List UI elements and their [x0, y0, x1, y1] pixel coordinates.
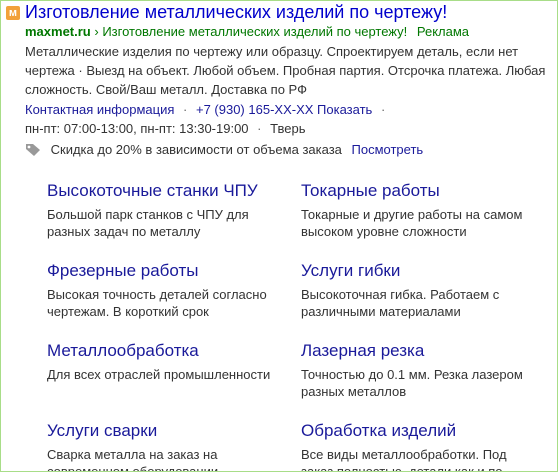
promo-line: Скидка до 20% в зависимости от объема за…: [25, 141, 423, 162]
sitelink-turning: Токарные работы Токарные и другие работы…: [301, 181, 541, 240]
sitelink-desc: Точностью до 0.1 мм. Резка лазером разны…: [301, 367, 523, 399]
contact-info-link[interactable]: Контактная информация: [25, 102, 174, 117]
sitelink-desc: Высокая точность деталей согласно чертеж…: [47, 287, 267, 319]
separator-dot: ·: [183, 102, 188, 117]
maxmet-favicon-icon: м: [6, 6, 20, 20]
contact-line: Контактная информация · +7 (930) 165-XX-…: [25, 101, 390, 119]
sitelink-title[interactable]: Высокоточные станки ЧПУ: [47, 181, 287, 201]
sitelink-title[interactable]: Услуги гибки: [301, 261, 541, 281]
show-phone-link[interactable]: Показать: [317, 102, 372, 117]
ad-url-line: maxmet.ru › Изготовление металлических и…: [25, 23, 469, 41]
ad-frame: м Изготовление металлических изделий по …: [0, 0, 558, 472]
sitelink-title[interactable]: Обработка изделий: [301, 421, 541, 441]
sitelink-title[interactable]: Токарные работы: [301, 181, 541, 201]
hours-line: пн-пт: 07:00-13:00, пн-пт: 13:30-19:00 ·…: [25, 120, 306, 138]
sitelink-title[interactable]: Услуги сварки: [47, 421, 287, 441]
promo-text: Скидка до 20% в зависимости от объема за…: [50, 142, 342, 157]
sitelink-title[interactable]: Лазерная резка: [301, 341, 541, 361]
ad-title-link[interactable]: Изготовление металлических изделий по че…: [25, 1, 447, 23]
ad-domain-link[interactable]: maxmet.ru: [25, 24, 91, 39]
sitelink-desc: Высокоточная гибка. Работаем с различным…: [301, 287, 500, 319]
separator-dot: ·: [380, 102, 386, 117]
separator-dot: ·: [257, 121, 262, 136]
sitelink-processing: Обработка изделий Все виды металлообрабо…: [301, 421, 541, 472]
sitelink-title[interactable]: Фрезерные работы: [47, 261, 287, 281]
sitelink-laser-cutting: Лазерная резка Точностью до 0.1 мм. Резк…: [301, 341, 541, 400]
city: Тверь: [270, 121, 306, 136]
sitelink-desc: Для всех отраслей промышленности: [47, 367, 271, 382]
sitelink-bending: Услуги гибки Высокоточная гибка. Работае…: [301, 261, 541, 320]
sitelink-title[interactable]: Металлообработка: [47, 341, 287, 361]
sitelink-desc: Сварка металла на заказ на современном о…: [47, 447, 219, 472]
sitelink-desc: Токарные и другие работы на самом высоко…: [301, 207, 523, 239]
working-hours: пн-пт: 07:00-13:00, пн-пт: 13:30-19:00: [25, 121, 249, 136]
sitelink-metalworking: Металлообработка Для всех отраслей промы…: [47, 341, 287, 383]
sitelink-desc: Большой парк станков с ЧПУ для разных за…: [47, 207, 249, 239]
ad-description: Металлические изделия по чертежу или обр…: [25, 44, 546, 97]
sitelink-cnc-machines: Высокоточные станки ЧПУ Большой парк ста…: [47, 181, 287, 240]
sitelink-milling: Фрезерные работы Высокая точность детале…: [47, 261, 287, 320]
promo-more-link[interactable]: Посмотреть: [352, 142, 424, 157]
sitelink-desc: Все виды металлообработки. Под заказ пол…: [301, 447, 507, 472]
phone-number[interactable]: +7 (930) 165-XX-XX: [196, 102, 313, 117]
ad-label: Реклама: [416, 24, 470, 39]
ad-breadcrumb[interactable]: › Изготовление металлических изделий по …: [94, 24, 407, 39]
tag-icon: [25, 143, 41, 162]
sitelink-welding: Услуги сварки Сварка металла на заказ на…: [47, 421, 287, 472]
